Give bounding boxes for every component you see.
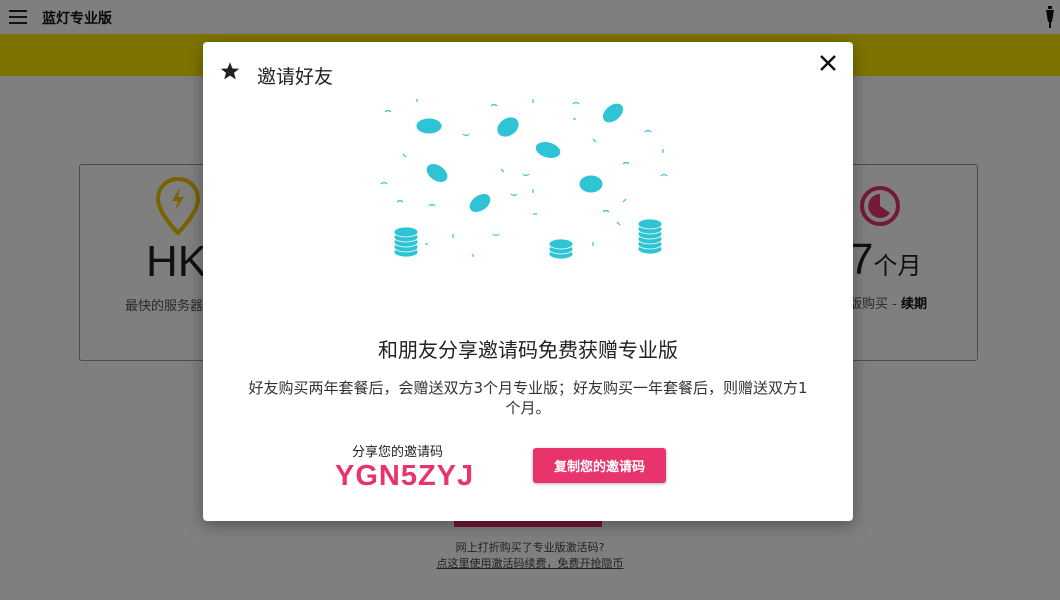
star-icon <box>220 62 240 80</box>
copy-invite-code-button[interactable]: 复制您的邀请码 <box>533 448 666 483</box>
invite-description: 好友购买两年套餐后，会赠送双方3个月专业版；好友购买一年套餐后，则赠送双方1个月… <box>248 379 808 417</box>
coins-illustration <box>380 99 668 260</box>
invite-headline: 和朋友分享邀请码免费获赠专业版 <box>378 338 678 362</box>
invite-code[interactable]: YGN5ZYJ <box>335 460 474 493</box>
dialog-title: 邀请好友 <box>257 66 334 88</box>
invite-friends-dialog: 邀请好友 和朋友分享邀请码免费获赠专业版 好友购买两年套餐后，会赠送双方3个月专… <box>203 42 853 521</box>
invite-code-label: 分享您的邀请码 <box>352 445 444 460</box>
close-icon[interactable] <box>819 54 837 72</box>
